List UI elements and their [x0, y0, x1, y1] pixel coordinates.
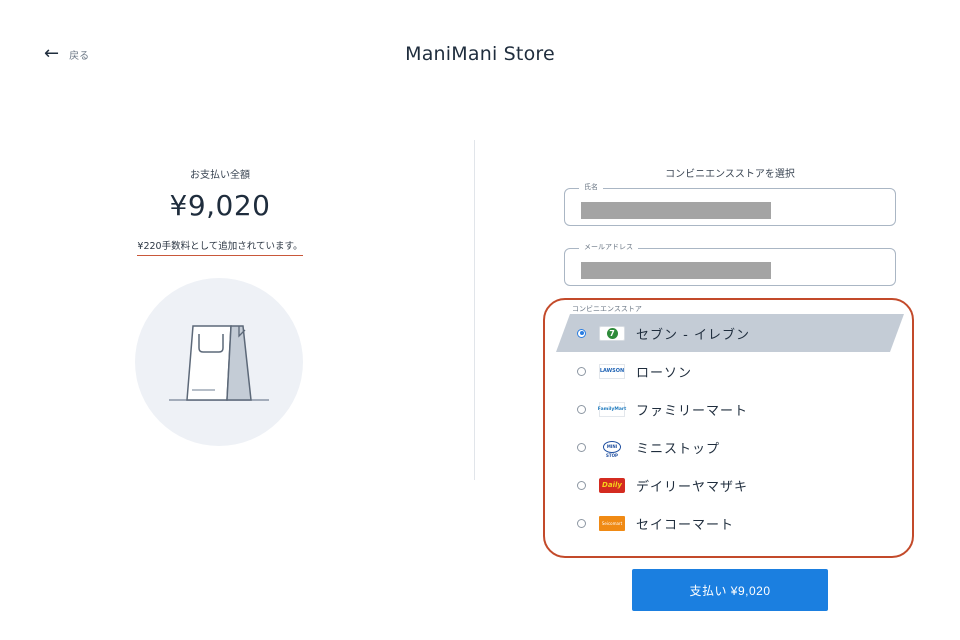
radio-button[interactable]: [577, 480, 586, 490]
ministop-logo-icon: MINI STOP: [599, 439, 625, 458]
total-label: お支払い全額: [190, 170, 250, 181]
store-option-seven-eleven[interactable]: 7 セブン - イレブン: [556, 314, 906, 352]
name-field[interactable]: 氏名: [564, 182, 896, 226]
radio-button-selected[interactable]: [577, 328, 586, 338]
store-option-ministop[interactable]: MINI STOP ミニストップ: [556, 428, 906, 466]
store-option-seicomart[interactable]: Seicomart セイコーマート: [556, 504, 906, 542]
shopping-bag-icon: [169, 325, 269, 401]
fee-note: ¥220手数料として追加されています。: [137, 238, 303, 256]
name-field-label: 氏名: [579, 182, 603, 192]
store-option-label: セブン - イレブン: [636, 327, 750, 343]
email-field[interactable]: メールアドレス: [564, 242, 896, 286]
radio-button[interactable]: [577, 366, 586, 376]
radio-button[interactable]: [577, 404, 586, 414]
store-option-daily-yamazaki[interactable]: Daily デイリーヤマザキ: [556, 466, 906, 504]
ministop-logo-text: MINI STOP: [603, 441, 621, 458]
store-option-label: ファミリーマート: [636, 403, 749, 419]
pay-button[interactable]: 支払い ¥9,020: [632, 569, 828, 611]
store-group-label: コンビニエンスストア: [572, 305, 642, 313]
daily-yamazaki-logo-icon: Daily: [599, 477, 625, 493]
radio-button[interactable]: [577, 518, 586, 528]
store-option-lawson[interactable]: LAWSON ローソン: [556, 352, 906, 390]
email-field-redacted-value: [581, 262, 771, 279]
store-option-label: ローソン: [636, 365, 693, 381]
total-amount: ¥9,020: [169, 189, 271, 222]
seven-eleven-logo-text: 7: [606, 327, 618, 339]
lawson-logo-icon: LAWSON: [599, 363, 625, 379]
form-title: コンビニエンスストアを選択: [665, 169, 795, 180]
seven-eleven-logo-icon: 7: [599, 325, 625, 341]
name-field-redacted-value: [581, 202, 771, 219]
radio-button[interactable]: [577, 442, 586, 452]
store-option-label: ミニストップ: [636, 441, 721, 457]
store-title: ManiMani Store: [405, 43, 555, 65]
shopping-bag-illustration: [135, 278, 303, 446]
seicomart-logo-icon: Seicomart: [599, 515, 625, 531]
column-divider: [474, 140, 475, 480]
payment-summary: お支払い全額 ¥9,020 ¥220手数料として追加されています。: [120, 160, 320, 256]
store-option-label: デイリーヤマザキ: [636, 479, 749, 495]
email-field-label: メールアドレス: [579, 242, 638, 252]
store-option-label: セイコーマート: [636, 517, 735, 533]
familymart-logo-icon: FamilyMart: [598, 401, 626, 417]
store-option-familymart[interactable]: FamilyMart ファミリーマート: [556, 390, 906, 428]
